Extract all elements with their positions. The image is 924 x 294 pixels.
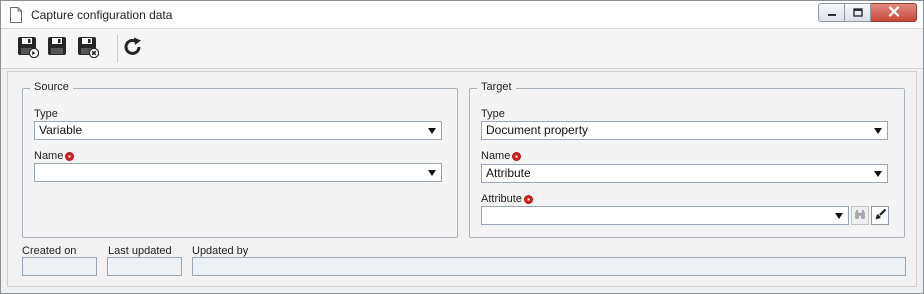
last-updated-label: Last updated xyxy=(108,245,172,257)
dialog-window: Capture configuration data Source Type V… xyxy=(0,0,924,294)
refresh-button[interactable] xyxy=(122,37,144,59)
target-type-value: Document property xyxy=(486,123,589,137)
target-type-label-text: Type xyxy=(481,108,505,120)
target-type-select[interactable]: Document property xyxy=(481,121,888,140)
created-on-field xyxy=(22,257,97,276)
created-on-label-text: Created on xyxy=(22,245,77,257)
source-name-label: Name xyxy=(34,150,75,162)
required-icon xyxy=(523,194,533,204)
maximize-button[interactable] xyxy=(845,3,871,22)
updated-by-field xyxy=(192,257,906,276)
source-type-select[interactable]: Variable xyxy=(34,121,442,140)
source-type-label: Type xyxy=(34,108,58,120)
target-name-label: Name xyxy=(481,150,522,162)
target-name-label-text: Name xyxy=(481,150,511,162)
close-button[interactable] xyxy=(871,3,917,22)
title-bar[interactable]: Capture configuration data xyxy=(1,1,923,29)
form-content: Source Type Variable Name Target Type Do… xyxy=(7,71,917,287)
target-type-label: Type xyxy=(481,108,505,120)
toolbar-separator xyxy=(117,35,118,63)
toolbar xyxy=(1,29,923,69)
chevron-down-icon xyxy=(874,128,882,134)
chevron-down-icon xyxy=(428,170,436,176)
attribute-clear-button[interactable] xyxy=(871,206,889,225)
minimize-icon xyxy=(827,6,837,20)
source-name-label-text: Name xyxy=(34,150,64,162)
last-updated-label-text: Last updated xyxy=(108,245,172,257)
source-type-value: Variable xyxy=(39,123,83,137)
save-button[interactable] xyxy=(47,36,69,61)
required-icon xyxy=(512,151,522,161)
attribute-search-button[interactable] xyxy=(851,206,869,225)
window-controls xyxy=(818,3,917,23)
source-type-label-text: Type xyxy=(34,108,58,120)
last-updated-field xyxy=(107,257,182,276)
chevron-down-icon xyxy=(428,128,436,134)
minimize-button[interactable] xyxy=(818,3,845,22)
window-title: Capture configuration data xyxy=(31,8,173,22)
target-attribute-select[interactable] xyxy=(481,206,849,225)
maximize-icon xyxy=(852,6,863,20)
created-on-label: Created on xyxy=(22,245,76,257)
target-name-value: Attribute xyxy=(486,166,531,180)
document-icon xyxy=(9,7,23,23)
target-legend: Target xyxy=(477,81,516,93)
target-name-select[interactable]: Attribute xyxy=(481,164,888,183)
target-attribute-label-text: Attribute xyxy=(481,193,522,205)
binoculars-icon xyxy=(854,209,866,223)
source-legend: Source xyxy=(30,81,73,93)
save-and-new-button[interactable] xyxy=(17,36,40,61)
updated-by-label-text: Updated by xyxy=(192,245,249,257)
save-close-icon xyxy=(77,36,100,61)
save-icon xyxy=(47,36,69,61)
save-and-close-button[interactable] xyxy=(77,36,100,61)
updated-by-label: Updated by xyxy=(192,245,248,257)
target-attribute-label: Attribute xyxy=(481,193,533,205)
eraser-icon xyxy=(874,208,887,224)
save-new-icon xyxy=(17,36,40,61)
close-icon xyxy=(888,5,900,20)
source-name-select[interactable] xyxy=(34,163,442,182)
required-icon xyxy=(65,151,75,161)
chevron-down-icon xyxy=(835,213,843,219)
refresh-icon xyxy=(122,36,144,61)
chevron-down-icon xyxy=(874,171,882,177)
